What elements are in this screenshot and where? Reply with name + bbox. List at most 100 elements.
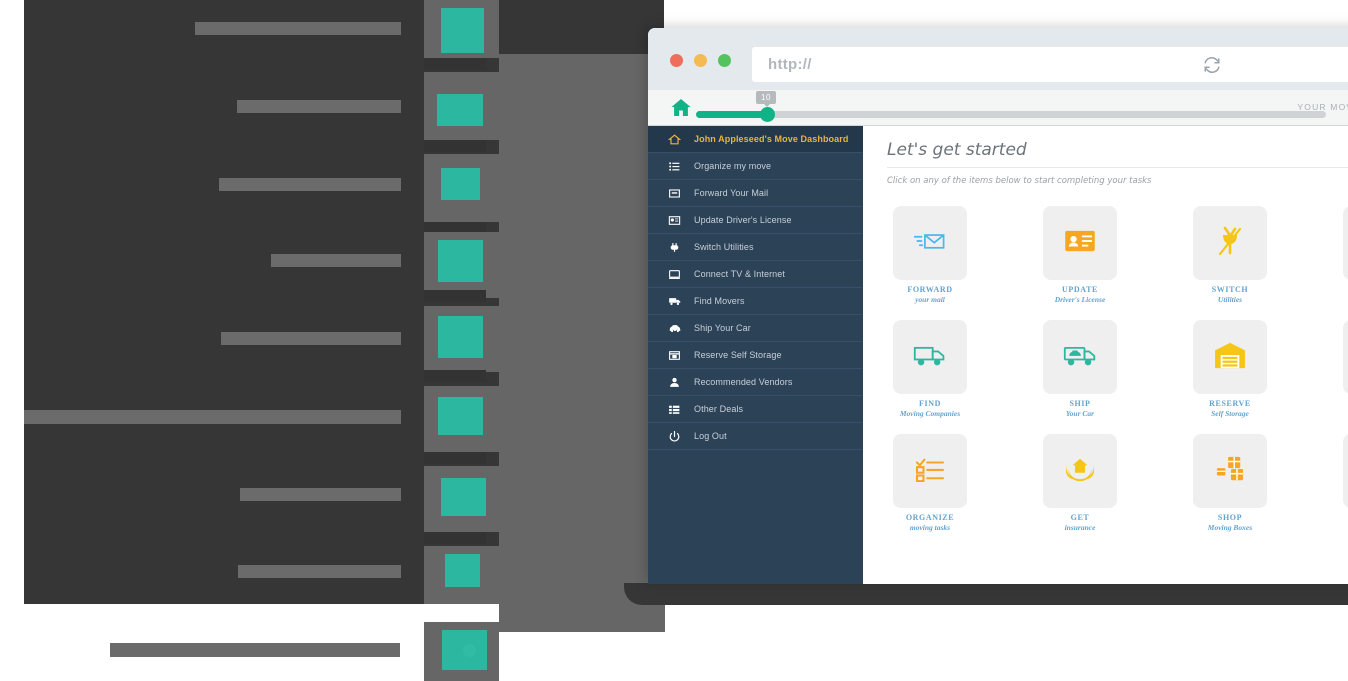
bg-teal-7 xyxy=(441,478,486,516)
card-title: SWITCH xyxy=(1211,285,1249,294)
bg-teal-circle xyxy=(463,644,476,657)
move-progress-slider[interactable] xyxy=(696,111,1326,118)
card-subtitle: Utilities xyxy=(1217,295,1243,304)
close-window-button[interactable] xyxy=(670,54,683,67)
task-card-shop-boxes[interactable]: SHOP Moving Boxes xyxy=(1187,434,1337,532)
boxes-icon xyxy=(1214,455,1246,488)
storage-box-icon xyxy=(666,348,683,363)
sidebar-item-reserve-self-storage[interactable]: Reserve Self Storage xyxy=(648,342,863,369)
envelope-icon xyxy=(666,186,683,201)
sidebar-item-switch-utilities[interactable]: Switch Utilities xyxy=(648,234,863,261)
plug-icon xyxy=(1216,226,1244,261)
sidebar-item-forward-your-mail[interactable]: Forward Your Mail xyxy=(648,180,863,207)
moving-day-label: YOUR MOVING DAY xyxy=(1297,102,1348,112)
card-tile[interactable] xyxy=(1193,434,1267,508)
bg-text-bar-5 xyxy=(221,332,401,345)
bg-strip-1 xyxy=(424,58,486,70)
bg-teal-8 xyxy=(445,554,480,587)
bg-strip-5 xyxy=(424,370,486,382)
sidebar-item-label: Reserve Self Storage xyxy=(694,350,782,360)
task-card-partial-1[interactable] xyxy=(1337,206,1348,304)
maximize-window-button[interactable] xyxy=(718,54,731,67)
bg-text-bar-6 xyxy=(24,410,401,424)
task-card-update-license[interactable]: UPDATE Driver's License xyxy=(1037,206,1187,304)
bg-text-bar-3 xyxy=(219,178,401,191)
sidebar-item-update-drivers-license[interactable]: Update Driver's License xyxy=(648,207,863,234)
bg-panel-dark-main xyxy=(24,0,424,604)
bg-teal-6 xyxy=(438,397,483,435)
card-tile[interactable] xyxy=(1343,434,1348,508)
task-card-find-movers[interactable]: FIND Moving Companies xyxy=(887,320,1037,418)
task-card-forward-mail[interactable]: FORWARD your mail xyxy=(887,206,1037,304)
bg-strip-6 xyxy=(424,452,486,464)
card-title: UPDATE xyxy=(1062,285,1098,294)
sidebar-item-recommended-vendors[interactable]: Recommended Vendors xyxy=(648,369,863,396)
task-card-ship-your-car[interactable]: SHIP Your Car xyxy=(1037,320,1187,418)
app-body: John Appleseed's Move Dashboard Organize… xyxy=(648,126,1348,584)
card-tile[interactable] xyxy=(1043,434,1117,508)
sidebar-item-label: Ship Your Car xyxy=(694,323,751,333)
card-tile[interactable] xyxy=(1343,320,1348,394)
search-bar[interactable] xyxy=(1220,47,1348,82)
card-title: ORGANIZE xyxy=(905,513,955,522)
card-subtitle: moving tasks xyxy=(909,523,951,532)
card-subtitle: Self Storage xyxy=(1211,409,1249,418)
progress-slider-handle[interactable] xyxy=(760,107,775,122)
task-card-partial-2[interactable] xyxy=(1337,320,1348,418)
card-tile[interactable] xyxy=(893,320,967,394)
card-title: RESERVE xyxy=(1209,399,1251,408)
sidebar-item-other-deals[interactable]: Other Deals xyxy=(648,396,863,423)
sidebar-item-ship-your-car[interactable]: Ship Your Car xyxy=(648,315,863,342)
card-subtitle: Moving Companies xyxy=(899,409,961,418)
card-tile[interactable] xyxy=(893,206,967,280)
sidebar-item-label: Connect TV & Internet xyxy=(694,269,785,279)
sidebar-item-dashboard[interactable]: John Appleseed's Move Dashboard xyxy=(648,126,863,153)
sidebar-item-find-movers[interactable]: Find Movers xyxy=(648,288,863,315)
id-card-icon xyxy=(1064,229,1096,258)
bg-overlay-panel-top xyxy=(499,54,665,300)
bg-bottom-shelf xyxy=(624,583,1348,605)
sidebar-item-label: Find Movers xyxy=(694,296,745,306)
sidebar: John Appleseed's Move Dashboard Organize… xyxy=(648,126,863,584)
task-card-reserve-storage[interactable]: RESERVE Self Storage xyxy=(1187,320,1337,418)
app-progress-header: 10 YOUR MOVING DAY xyxy=(648,90,1348,126)
car-carrier-icon xyxy=(1063,343,1097,372)
monitor-icon xyxy=(666,267,683,282)
refresh-icon[interactable] xyxy=(1203,56,1221,79)
sidebar-item-label: Switch Utilities xyxy=(694,242,754,252)
task-card-get-insurance[interactable]: GET insurance xyxy=(1037,434,1187,532)
task-card-organize-tasks[interactable]: ORGANIZE moving tasks xyxy=(887,434,1037,532)
card-subtitle: Moving Boxes xyxy=(1207,523,1253,532)
sidebar-item-connect-tv-internet[interactable]: Connect TV & Internet xyxy=(648,261,863,288)
grid-list-icon xyxy=(666,402,683,417)
task-card-grid: FORWARD your mail UPDATE Driver's Licens… xyxy=(887,206,1348,532)
bg-teal-2 xyxy=(437,94,483,126)
bg-strip-7 xyxy=(424,532,486,544)
card-title: FIND xyxy=(919,399,941,408)
card-tile[interactable] xyxy=(893,434,967,508)
card-tile[interactable] xyxy=(1193,320,1267,394)
card-tile[interactable] xyxy=(1193,206,1267,280)
sidebar-item-log-out[interactable]: Log Out xyxy=(648,423,863,450)
card-tile[interactable] xyxy=(1043,320,1117,394)
list-icon xyxy=(666,159,683,174)
url-bar[interactable]: http:// xyxy=(752,47,1234,82)
car-icon xyxy=(666,321,683,336)
sidebar-item-organize-my-move[interactable]: Organize my move xyxy=(648,153,863,180)
home-outline-icon xyxy=(666,132,683,147)
url-input[interactable]: http:// xyxy=(768,56,812,73)
bg-text-bar-9 xyxy=(110,643,400,657)
card-tile[interactable] xyxy=(1343,206,1348,280)
minimize-window-button[interactable] xyxy=(694,54,707,67)
card-tile[interactable] xyxy=(1043,206,1117,280)
power-icon xyxy=(666,429,683,444)
checklist-icon xyxy=(915,456,945,487)
page-subtitle: Click on any of the items below to start… xyxy=(887,176,1152,186)
screenshot-root: http:// 10 YOUR MOVING xyxy=(0,0,1348,681)
home-icon[interactable] xyxy=(669,96,693,125)
task-card-switch-utilities[interactable]: SWITCH Utilities xyxy=(1187,206,1337,304)
house-in-hands-icon xyxy=(1064,455,1096,488)
bg-strip-2 xyxy=(424,140,486,152)
task-card-partial-3[interactable] xyxy=(1337,434,1348,532)
bg-teal-3 xyxy=(441,168,480,200)
